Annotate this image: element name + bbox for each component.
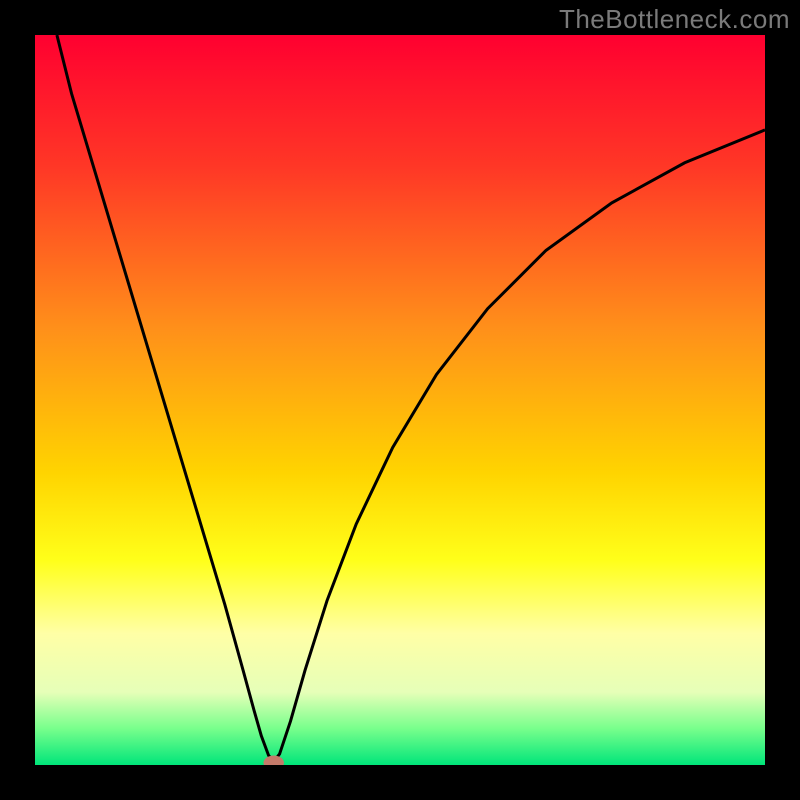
gradient-background (35, 35, 765, 765)
plot-area (35, 35, 765, 765)
watermark-text: TheBottleneck.com (559, 4, 790, 35)
bottleneck-chart (35, 35, 765, 765)
chart-container: TheBottleneck.com (0, 0, 800, 800)
